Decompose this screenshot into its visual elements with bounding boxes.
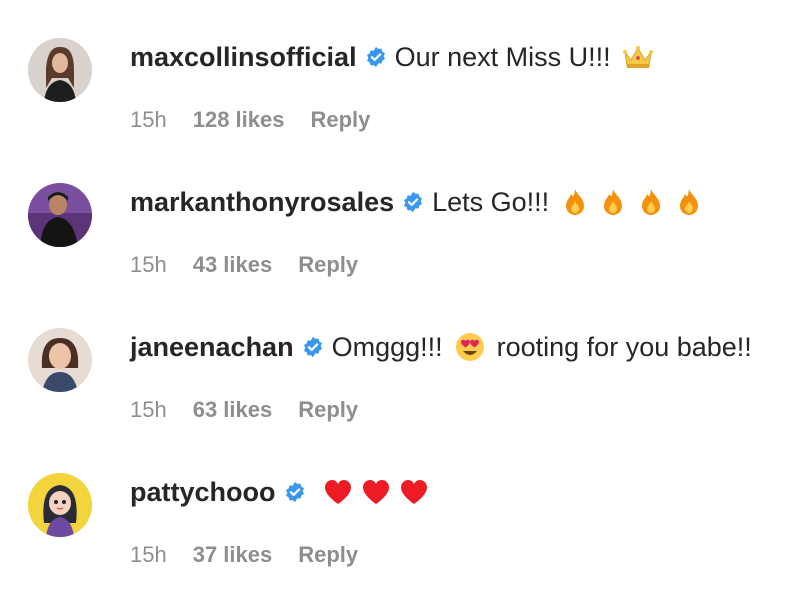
reply-button[interactable]: Reply xyxy=(310,106,370,134)
comment-likes[interactable]: 63 likes xyxy=(193,396,273,424)
avatar[interactable] xyxy=(28,38,92,102)
comment-username[interactable]: maxcollinsofficial xyxy=(130,40,357,74)
comment-timestamp: 15h xyxy=(130,542,167,567)
comment-likes[interactable]: 128 likes xyxy=(193,106,285,134)
comment-username[interactable]: janeenachan xyxy=(130,330,294,364)
comment-text: Lets Go!!! xyxy=(432,187,550,217)
red-heart-emoji-icon xyxy=(400,479,428,505)
comment-likes[interactable]: 43 likes xyxy=(193,251,273,279)
comment-timestamp: 15h xyxy=(130,397,167,422)
comment-timestamp: 15h xyxy=(130,252,167,277)
verified-badge-icon xyxy=(284,481,306,503)
avatar[interactable] xyxy=(28,473,92,537)
comment-text: Omggg!!! xyxy=(331,332,443,362)
fire-emoji-icon xyxy=(677,188,701,216)
verified-badge-icon xyxy=(302,336,324,358)
comment-text-continued: rooting for you babe!! xyxy=(496,332,752,362)
fire-emoji-icon xyxy=(639,188,663,216)
verified-badge-icon xyxy=(402,191,424,213)
comment-item: markanthonyrosales Lets Go!!! 15h 43 lik… xyxy=(0,145,800,285)
reply-button[interactable]: Reply xyxy=(298,541,358,569)
crown-emoji-icon xyxy=(622,44,653,70)
comment-username[interactable]: pattychooo xyxy=(130,475,276,509)
comment-text: Our next Miss U!!! xyxy=(394,42,611,72)
comment-item: maxcollinsofficial Our next Miss U!!! 15… xyxy=(0,0,800,140)
verified-badge-icon xyxy=(365,46,387,68)
fire-emoji-icon xyxy=(601,188,625,216)
comment-likes[interactable]: 37 likes xyxy=(193,541,273,569)
red-heart-emoji-icon xyxy=(324,479,352,505)
comment-item: pattychooo 15h 37 likes Reply xyxy=(0,435,800,575)
avatar[interactable] xyxy=(28,183,92,247)
comment-timestamp: 15h xyxy=(130,107,167,132)
avatar[interactable] xyxy=(28,328,92,392)
red-heart-emoji-icon xyxy=(362,479,390,505)
comment-item: janeenachan Omggg!!! rooting for you bab… xyxy=(0,290,800,430)
fire-emoji-icon xyxy=(563,188,587,216)
reply-button[interactable]: Reply xyxy=(298,396,358,424)
reply-button[interactable]: Reply xyxy=(298,251,358,279)
comment-username[interactable]: markanthonyrosales xyxy=(130,185,394,219)
heart-eyes-emoji-icon xyxy=(455,332,485,362)
